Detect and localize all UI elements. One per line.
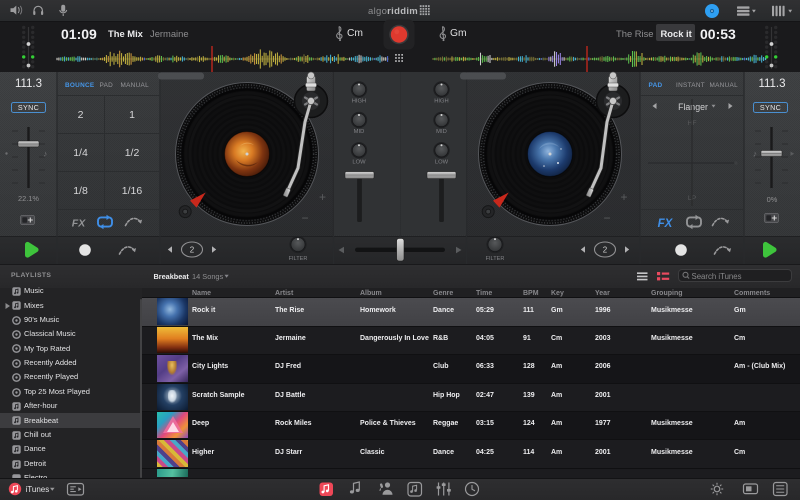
svg-text:−: − (603, 211, 610, 225)
svg-text:FX: FX (72, 218, 86, 230)
svg-text:MID: MID (354, 129, 365, 135)
svg-text:FILTER: FILTER (486, 256, 505, 262)
svg-text:LOW: LOW (352, 160, 366, 166)
svg-text:2: 2 (603, 245, 608, 254)
svg-text:MID: MID (436, 129, 447, 135)
svg-text:♪: ♪ (753, 149, 757, 159)
svg-text:LOW: LOW (435, 160, 449, 166)
svg-text:+: + (319, 190, 326, 204)
svg-text:HIGH: HIGH (352, 99, 367, 105)
svg-text:FILTER: FILTER (289, 256, 308, 262)
svg-text:+: + (620, 190, 627, 204)
svg-text:−: − (301, 211, 308, 225)
svg-text:♪: ♪ (43, 149, 47, 159)
svg-text:FX: FX (658, 218, 674, 230)
svg-text:2: 2 (190, 245, 195, 254)
svg-text:HIGH: HIGH (434, 99, 449, 105)
